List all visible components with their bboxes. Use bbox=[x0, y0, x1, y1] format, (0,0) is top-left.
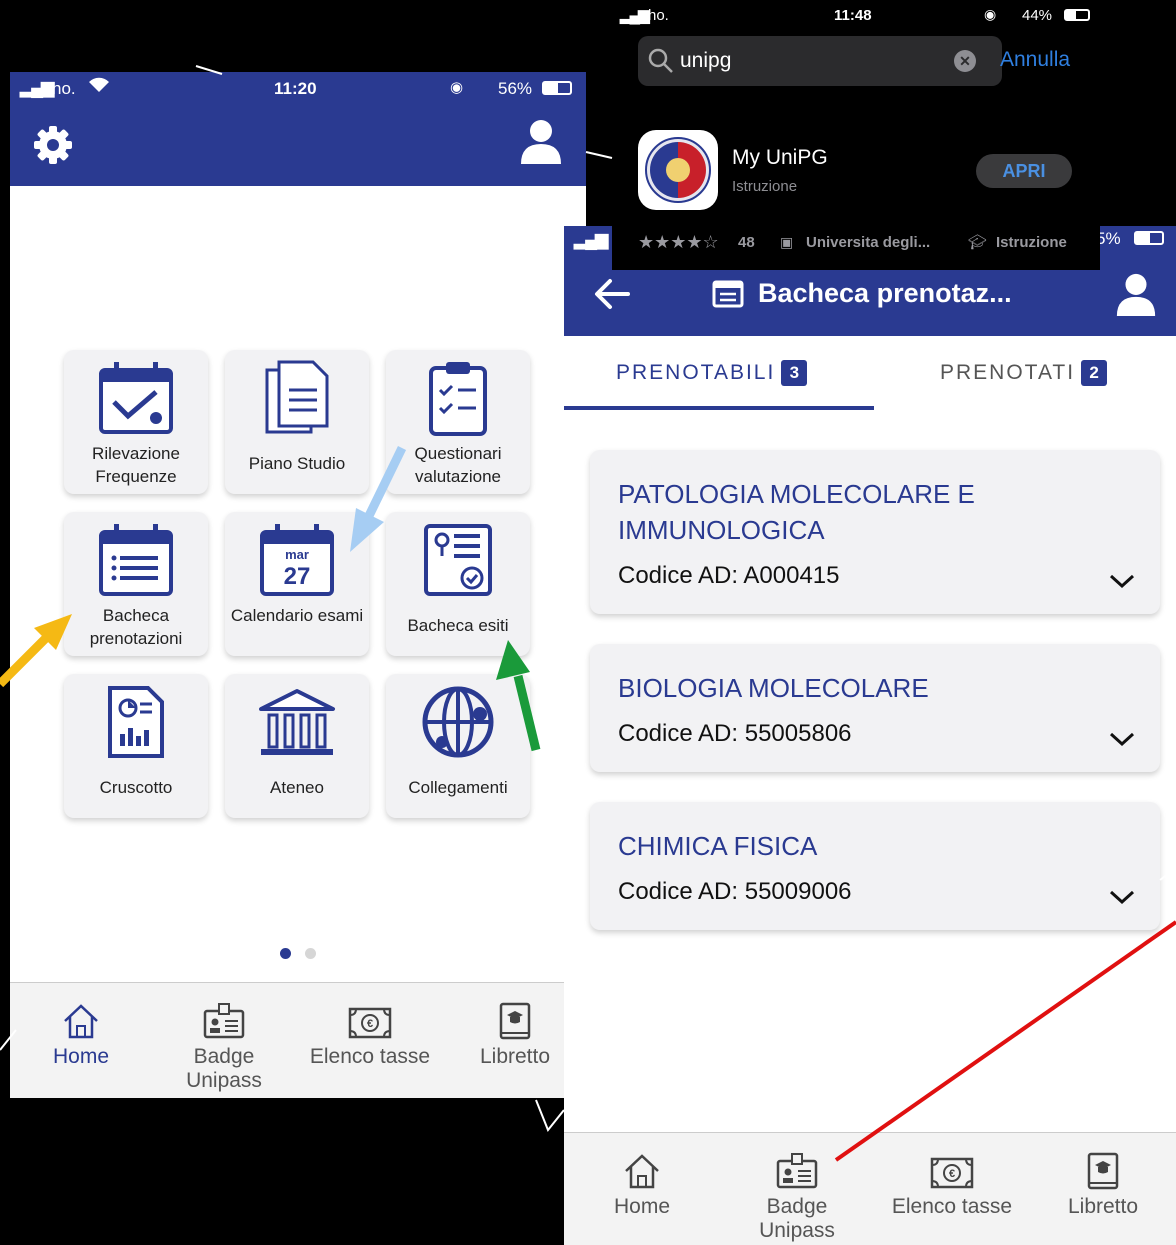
connector-line bbox=[585, 151, 613, 159]
connector-line bbox=[535, 1099, 565, 1132]
blue-arrow-pointer bbox=[350, 446, 407, 552]
connector-line bbox=[1159, 867, 1176, 881]
connector-line bbox=[0, 1029, 17, 1051]
yellow-arrow-pointer bbox=[0, 614, 72, 688]
red-arrow-pointer bbox=[834, 920, 1176, 1162]
annotation-overlay bbox=[0, 65, 1176, 1162]
connector-line bbox=[195, 65, 223, 75]
green-arrow-pointer bbox=[496, 640, 541, 752]
